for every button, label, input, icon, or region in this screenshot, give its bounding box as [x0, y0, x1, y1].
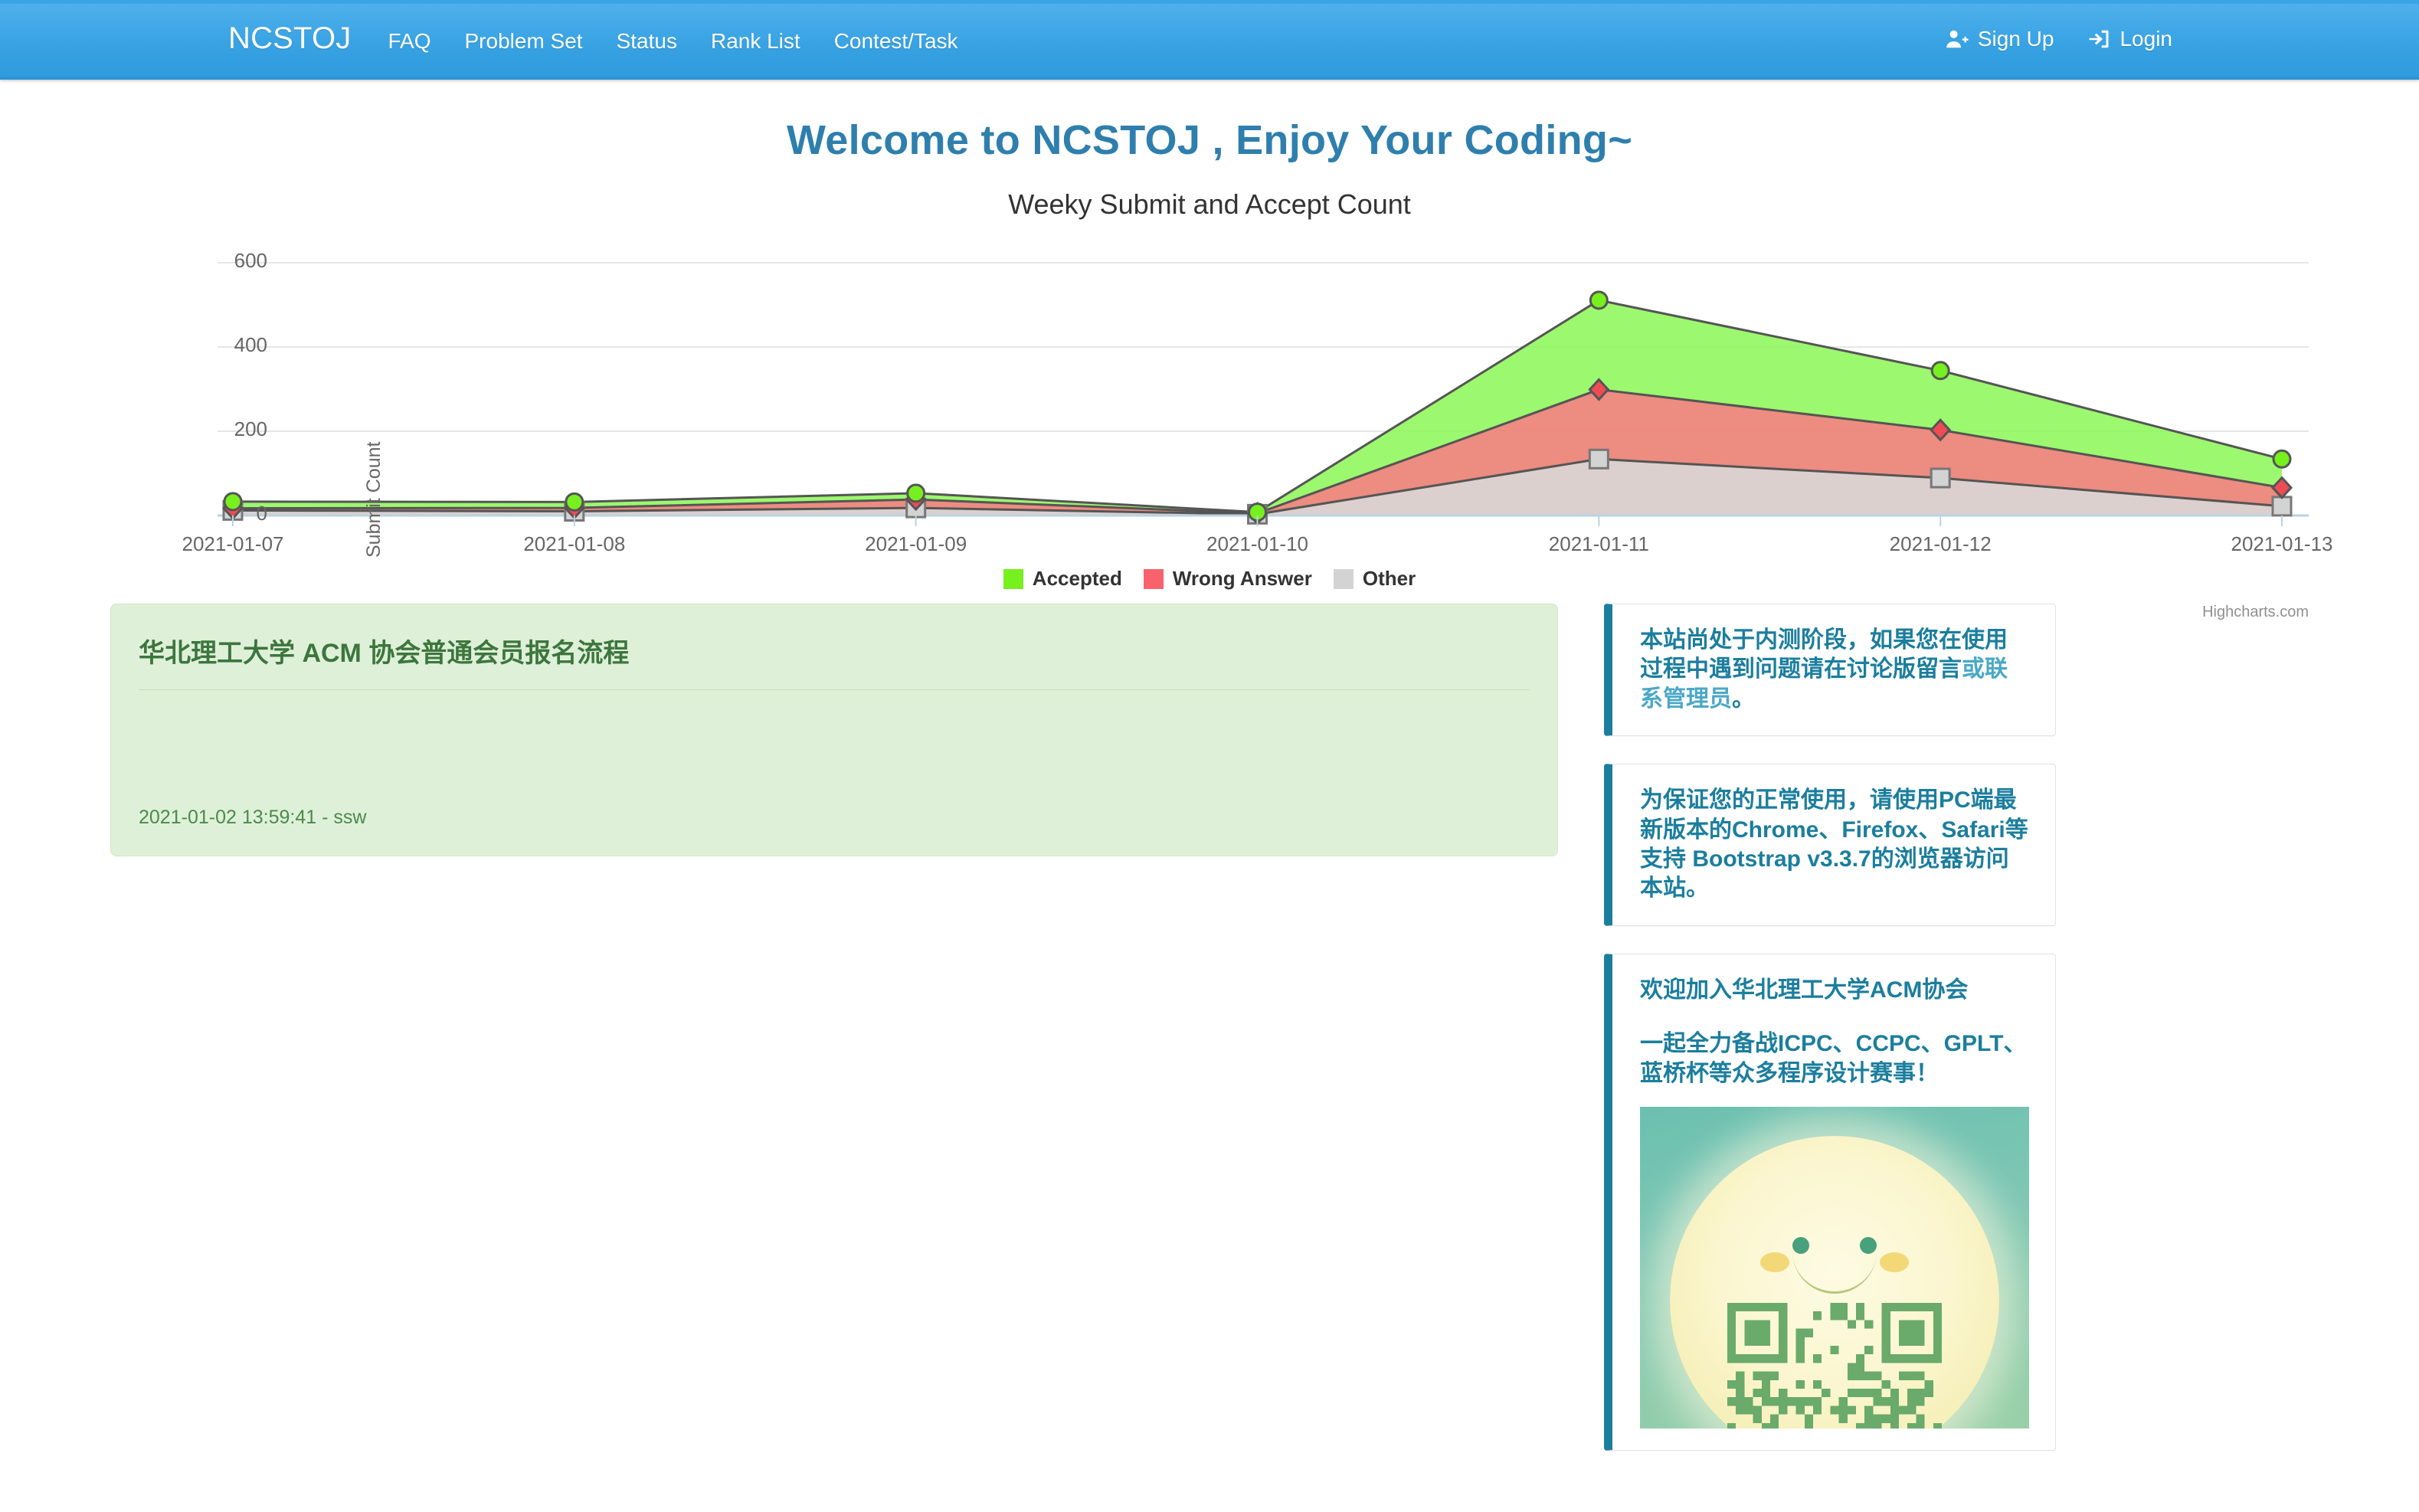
login-button[interactable]: Login	[2070, 27, 2189, 51]
announcement-post-title[interactable]: 华北理工大学 ACM 协会普通会员报名流程	[139, 632, 1530, 689]
chart-x-tick: 2021-01-10	[1206, 532, 1308, 555]
chart-x-tick: 2021-01-07	[182, 532, 284, 555]
chart-y-axis-label: Submit Count	[363, 441, 385, 558]
qr-code-poster[interactable]	[1640, 1106, 2029, 1429]
qr-code-icon	[1727, 1302, 1942, 1429]
alert-browser-notice: 为保证您的正常使用，请使用PC端最新版本的Chrome、Firefox、Safa…	[1604, 764, 2056, 926]
submit-chart: Weeky Submit and Accept Count Submit Cou…	[110, 164, 2333, 620]
chart-x-tick: 2021-01-09	[865, 532, 967, 555]
legend-swatch	[1333, 568, 1354, 589]
nav-item-rank-list[interactable]: Rank List	[694, 29, 817, 54]
alert-beta-notice: 本站尚处于内测阶段，如果您在使用过程中遇到问题请在讨论版留言或联系管理员。	[1604, 604, 2056, 737]
chart-x-tick: 2021-01-12	[1889, 532, 1992, 555]
announcement-post-body	[139, 690, 1530, 797]
nav-item-status[interactable]: Status	[600, 29, 694, 54]
page-content: 华北理工大学 ACM 协会普通会员报名流程 2021-01-02 13:59:4…	[110, 593, 2309, 1478]
legend-label: Accepted	[1032, 567, 1122, 590]
nav-item-faq[interactable]: FAQ	[371, 29, 447, 54]
top-navbar: NCSTOJ FAQ Problem Set Status Rank List …	[0, 0, 2419, 80]
legend-item[interactable]: Accepted	[1003, 567, 1122, 591]
announcement-post[interactable]: 华北理工大学 ACM 协会普通会员报名流程 2021-01-02 13:59:4…	[110, 604, 1558, 856]
legend-swatch	[1143, 568, 1164, 589]
chart-y-tick: 600	[234, 249, 267, 272]
alert-beta-tail: 。	[1732, 686, 1755, 712]
alert-beta-main: 本站尚处于内测阶段，如果您在使用过程中遇到问题请在讨论版留言	[1640, 627, 2008, 682]
sun-smile-icon	[1792, 1251, 1877, 1294]
sign-in-icon	[2087, 28, 2110, 51]
signup-label: Sign Up	[1977, 26, 2054, 51]
alert-acm-body: 一起全力备战ICPC、CCPC、GPLT、蓝桥杯等众多程序设计赛事！	[1640, 1031, 2027, 1086]
chart-credits[interactable]: Highcharts.com	[2202, 604, 2309, 621]
navbar-left-group: NCSTOJ FAQ Problem Set Status Rank List …	[0, 21, 975, 56]
chart-title: Weeky Submit and Accept Count	[1008, 188, 1411, 220]
alert-browser-text: 为保证您的正常使用，请使用PC端最新版本的Chrome、Firefox、Safa…	[1640, 787, 2028, 902]
page-title: Welcome to NCSTOJ , Enjoy Your Coding~	[786, 117, 1633, 163]
user-plus-icon	[1946, 28, 1969, 51]
chart-x-tick: 2021-01-08	[523, 532, 626, 555]
announcement-post-meta: 2021-01-02 13:59:41 - ssw	[139, 807, 367, 828]
sun-left-cheek-icon	[1760, 1252, 1789, 1272]
chart-x-tick: 2021-01-13	[2231, 532, 2333, 555]
nav-item-problem-set[interactable]: Problem Set	[448, 29, 600, 54]
legend-item[interactable]: Wrong Answer	[1143, 567, 1312, 591]
legend-label: Other	[1362, 567, 1416, 590]
main-column: 华北理工大学 ACM 协会普通会员报名流程 2021-01-02 13:59:4…	[110, 604, 1558, 1478]
brand-logo[interactable]: NCSTOJ	[228, 21, 351, 56]
legend-label: Wrong Answer	[1172, 567, 1312, 590]
legend-item[interactable]: Other	[1333, 567, 1416, 591]
alert-beta-text: 本站尚处于内测阶段，如果您在使用过程中遇到问题请在讨论版留言或联系管理员。	[1640, 626, 2029, 714]
chart-y-tick: 400	[234, 333, 267, 356]
sun-face-illustration	[1670, 1135, 1999, 1429]
alert-acm-club: 欢迎加入华北理工大学ACM协会 一起全力备战ICPC、CCPC、GPLT、蓝桥杯…	[1604, 953, 2056, 1451]
navbar-right-group: Sign Up Login	[1929, 27, 2189, 51]
legend-swatch	[1003, 568, 1023, 589]
chart-legend: Accepted Wrong Answer Other	[110, 567, 2309, 591]
chart-plot-area: Submit Count 0 200 400 600 2021-01-07 2021-0…	[110, 221, 2333, 620]
sidebar-column: 本站尚处于内测阶段，如果您在使用过程中遇到问题请在讨论版留言或联系管理员。 为保…	[1604, 604, 2056, 1478]
nav-item-contest-task[interactable]: Contest/Task	[817, 29, 975, 54]
chart-x-tick: 2021-01-11	[1548, 532, 1649, 555]
alert-acm-heading: 欢迎加入华北理工大学ACM协会	[1640, 977, 1969, 1003]
signup-button[interactable]: Sign Up	[1929, 27, 2071, 51]
chart-y-tick: 200	[234, 417, 267, 440]
chart-svg	[218, 262, 2309, 526]
login-label: Login	[2119, 26, 2172, 51]
chart-y-tick: 0	[256, 502, 267, 525]
sun-right-cheek-icon	[1880, 1252, 1909, 1272]
